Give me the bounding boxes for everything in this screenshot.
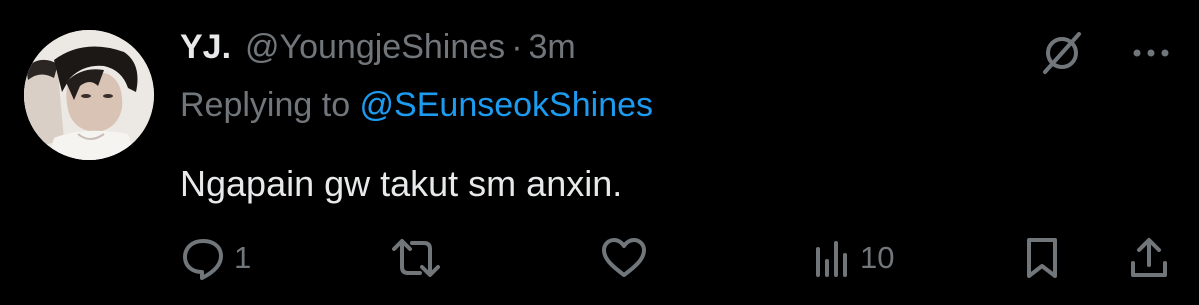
tweet-text: Ngapain gw takut sm anxin. bbox=[180, 163, 623, 204]
separator-dot: · bbox=[511, 28, 523, 66]
timestamp[interactable]: 3m bbox=[529, 28, 576, 67]
bookmark-icon bbox=[1022, 235, 1062, 281]
views-count: 10 bbox=[860, 240, 895, 275]
display-name[interactable]: YJ. bbox=[180, 28, 231, 67]
like-icon bbox=[600, 235, 648, 281]
reply-icon bbox=[180, 235, 226, 281]
share-button[interactable] bbox=[1128, 232, 1170, 284]
tweet-header: YJ. @YoungjeShines · 3m bbox=[180, 28, 576, 78]
views-button[interactable]: 10 bbox=[812, 232, 894, 284]
user-handle[interactable]: @YoungjeShines bbox=[245, 28, 505, 67]
top-icons bbox=[1039, 30, 1171, 76]
bookmark-button[interactable] bbox=[1022, 232, 1062, 284]
like-button[interactable] bbox=[600, 232, 648, 284]
reply-mention-link[interactable]: @SEunseokShines bbox=[360, 86, 653, 124]
retweet-button[interactable] bbox=[390, 232, 442, 284]
grok-icon[interactable] bbox=[1039, 30, 1085, 76]
reply-button[interactable]: 1 bbox=[180, 232, 251, 284]
more-icon[interactable] bbox=[1131, 47, 1171, 59]
replying-to-line: Replying to @SEunseokShines bbox=[180, 86, 653, 125]
views-icon bbox=[812, 235, 852, 281]
share-icon bbox=[1128, 235, 1170, 281]
action-bar: 1 10 bbox=[180, 232, 1170, 284]
avatar[interactable] bbox=[24, 30, 154, 160]
retweet-icon bbox=[390, 235, 442, 281]
replying-to-label: Replying to bbox=[180, 86, 360, 124]
tweet[interactable]: YJ. @YoungjeShines · 3m Replying to @SEu… bbox=[0, 0, 1199, 305]
avatar-image bbox=[24, 30, 154, 160]
reply-count: 1 bbox=[234, 240, 252, 275]
